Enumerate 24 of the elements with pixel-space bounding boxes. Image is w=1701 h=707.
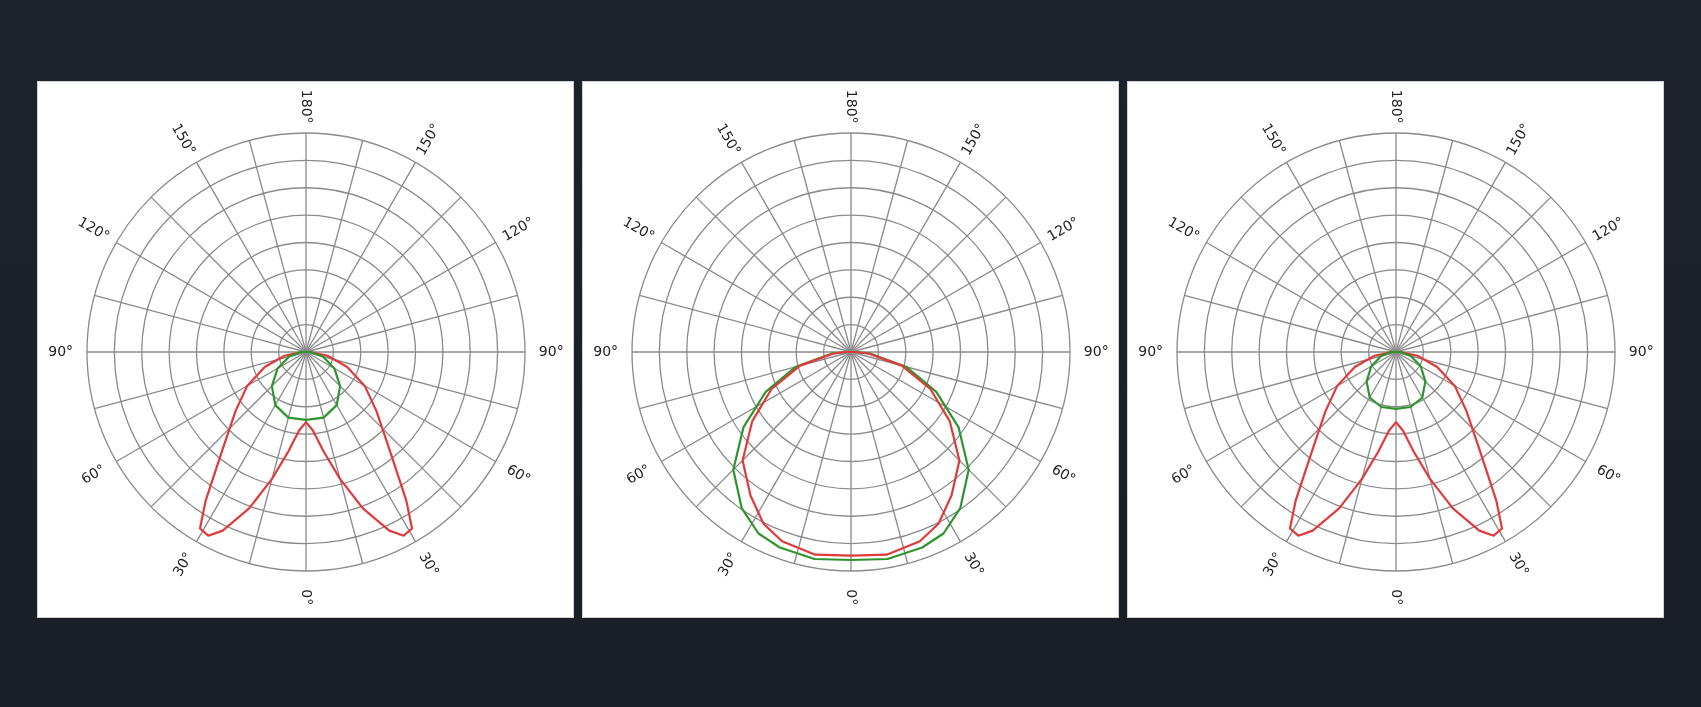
- angle-label: 90°: [48, 343, 74, 359]
- angle-label: 0°: [844, 589, 860, 606]
- angle-label: 30°: [1506, 549, 1533, 579]
- angle-label: 180°: [299, 89, 315, 124]
- angle-label: 90°: [1138, 343, 1164, 359]
- angle-label: 0°: [299, 589, 315, 606]
- angle-label: 60°: [504, 460, 534, 487]
- angle-label: 120°: [1165, 213, 1203, 244]
- angle-label: 90°: [1628, 343, 1654, 359]
- angle-label: 120°: [75, 213, 113, 244]
- angle-label: 0°: [1389, 589, 1405, 606]
- angle-label: 30°: [416, 549, 443, 579]
- angle-label: 30°: [961, 549, 988, 579]
- angle-label: 60°: [78, 460, 108, 487]
- angle-label: 60°: [1594, 460, 1624, 487]
- angle-label: 60°: [1168, 460, 1198, 487]
- angle-label: 90°: [1083, 343, 1109, 359]
- angle-label: 180°: [1389, 89, 1405, 124]
- angle-label: 60°: [1049, 460, 1079, 487]
- angle-label: 90°: [593, 343, 619, 359]
- angle-label: 120°: [620, 213, 658, 244]
- angle-label: 60°: [623, 460, 653, 487]
- angle-label: 90°: [538, 343, 564, 359]
- angle-label: 180°: [844, 89, 860, 124]
